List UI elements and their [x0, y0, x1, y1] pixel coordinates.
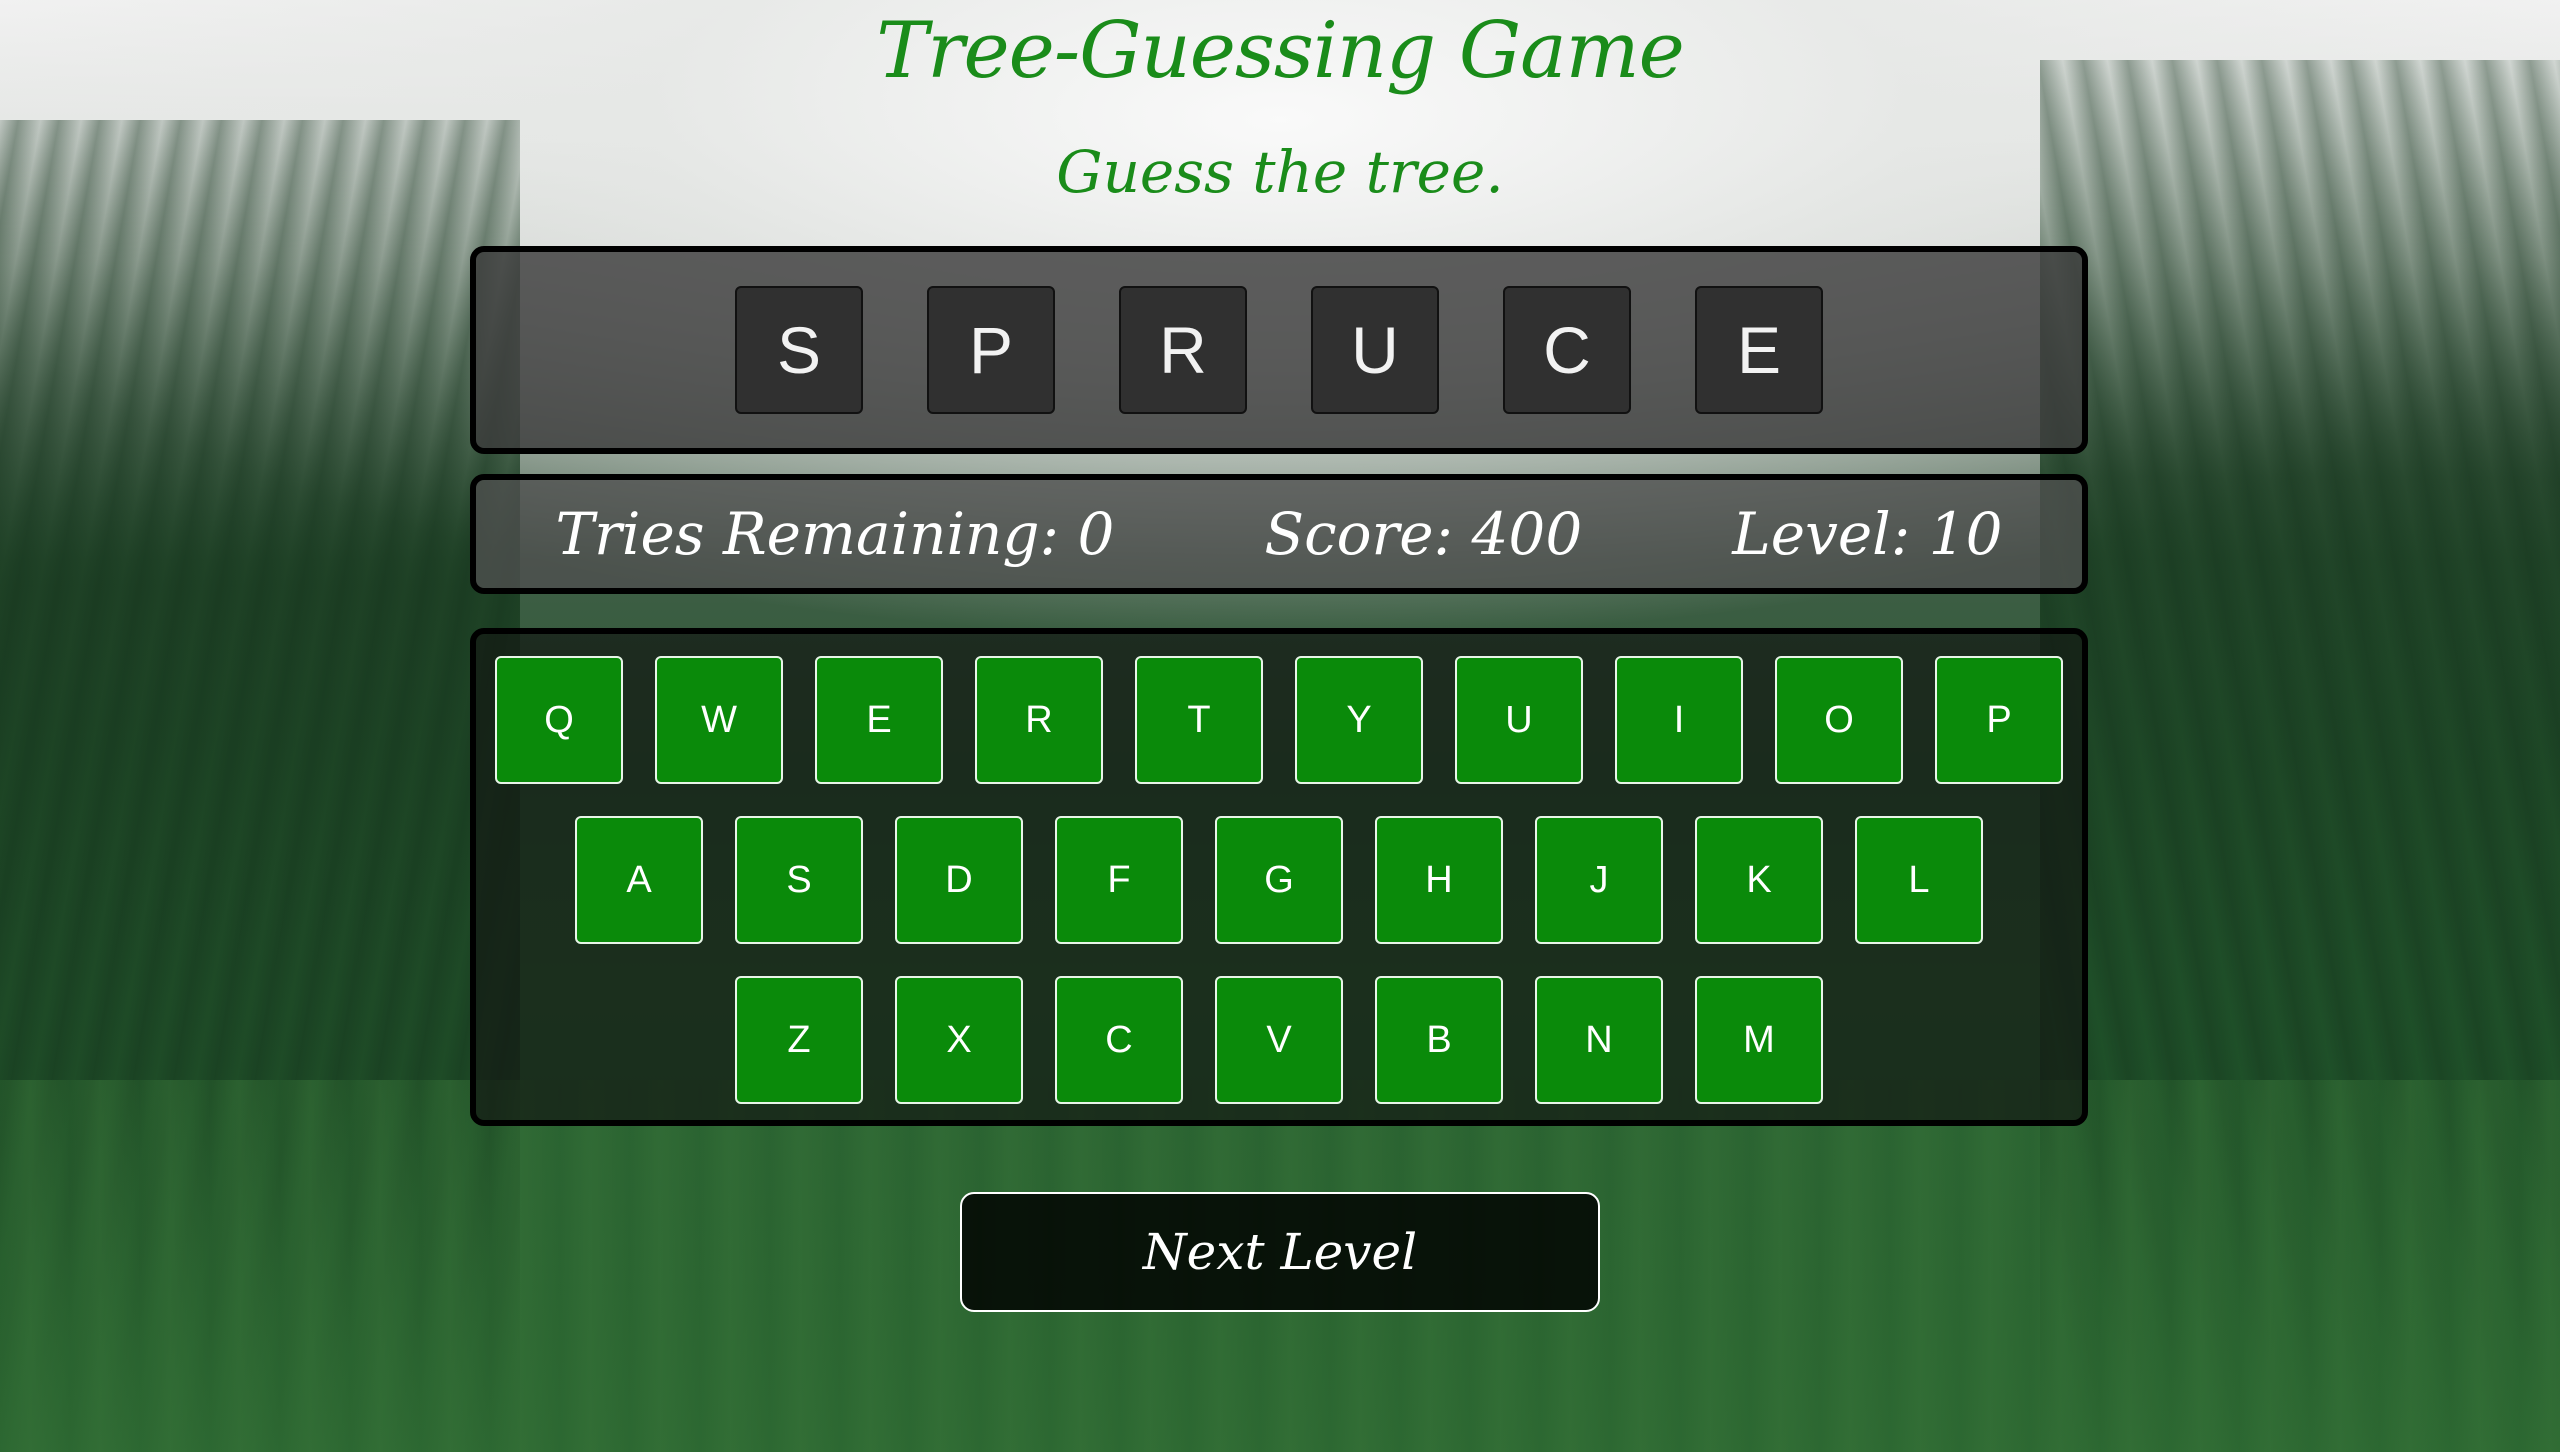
key-k[interactable]: K — [1695, 816, 1823, 944]
letter-tile: P — [927, 286, 1055, 414]
keyboard-panel: Q W E R T Y U I O P A S D F G H J K L Z … — [470, 628, 2088, 1126]
letter-tile: E — [1695, 286, 1823, 414]
key-w[interactable]: W — [655, 656, 783, 784]
keyboard-row-1: Q W E R T Y U I O P — [476, 656, 2082, 784]
key-l[interactable]: L — [1855, 816, 1983, 944]
forest-background-right — [2040, 60, 2560, 1452]
key-p[interactable]: P — [1935, 656, 2063, 784]
keyboard-row-3: Z X C V B N M — [476, 976, 2082, 1104]
key-s[interactable]: S — [735, 816, 863, 944]
letter-tile: U — [1311, 286, 1439, 414]
key-e[interactable]: E — [815, 656, 943, 784]
key-h[interactable]: H — [1375, 816, 1503, 944]
score: Score: 400 — [1264, 500, 1583, 568]
key-r[interactable]: R — [975, 656, 1103, 784]
key-u[interactable]: U — [1455, 656, 1583, 784]
key-c[interactable]: C — [1055, 976, 1183, 1104]
key-g[interactable]: G — [1215, 816, 1343, 944]
key-d[interactable]: D — [895, 816, 1023, 944]
keyboard-row-2: A S D F G H J K L — [476, 816, 2082, 944]
word-display-panel: S P R U C E — [470, 246, 2088, 454]
tries-remaining: Tries Remaining: 0 — [555, 500, 1115, 568]
status-panel: Tries Remaining: 0 Score: 400 Level: 10 — [470, 474, 2088, 594]
key-b[interactable]: B — [1375, 976, 1503, 1104]
key-t[interactable]: T — [1135, 656, 1263, 784]
key-v[interactable]: V — [1215, 976, 1343, 1104]
key-m[interactable]: M — [1695, 976, 1823, 1104]
forest-background-left — [0, 120, 520, 1452]
key-z[interactable]: Z — [735, 976, 863, 1104]
game-title: Tree-Guessing Game — [876, 6, 1685, 96]
key-j[interactable]: J — [1535, 816, 1663, 944]
key-f[interactable]: F — [1055, 816, 1183, 944]
next-level-button[interactable]: Next Level — [960, 1192, 1600, 1312]
letter-tile: R — [1119, 286, 1247, 414]
key-x[interactable]: X — [895, 976, 1023, 1104]
key-a[interactable]: A — [575, 816, 703, 944]
key-q[interactable]: Q — [495, 656, 623, 784]
level: Level: 10 — [1732, 500, 2003, 568]
key-o[interactable]: O — [1775, 656, 1903, 784]
key-i[interactable]: I — [1615, 656, 1743, 784]
letter-tile: S — [735, 286, 863, 414]
key-y[interactable]: Y — [1295, 656, 1423, 784]
letter-tile: C — [1503, 286, 1631, 414]
key-n[interactable]: N — [1535, 976, 1663, 1104]
game-subtitle: Guess the tree. — [1056, 138, 1504, 206]
